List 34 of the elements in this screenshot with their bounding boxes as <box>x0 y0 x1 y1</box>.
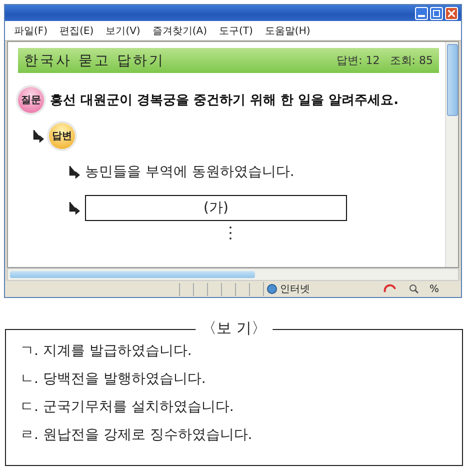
zoom-level[interactable]: % <box>429 284 439 294</box>
menu-item[interactable]: 도움말(H) <box>264 24 310 38</box>
choices-title: 〈보 기〉 <box>196 319 272 338</box>
globe-icon <box>267 284 277 294</box>
menu-item[interactable]: 보기(V) <box>106 24 140 38</box>
close-icon <box>448 10 455 16</box>
answer-count: 답변: 12 <box>336 53 380 68</box>
menu-item[interactable]: 도구(T) <box>219 24 253 38</box>
zone-label: 인터넷 <box>280 283 310 296</box>
board-title: 한국사 묻고 답하기 <box>24 52 166 70</box>
question-badge: 질문 <box>18 87 44 113</box>
choice-item: ㄱ. 지계를 발급하였습니다. <box>20 342 193 361</box>
vertical-ellipsis-icon <box>229 226 232 240</box>
elbow-arrow-icon <box>32 129 46 143</box>
choice-item: ㄷ. 군국기무처를 설치하였습니다. <box>20 398 235 417</box>
vertical-scrollbar[interactable] <box>445 42 458 267</box>
question-text: 흥선 대원군이 경복궁을 중건하기 위해 한 일을 알려주세요. <box>50 92 399 109</box>
zoom-icon[interactable] <box>409 284 420 294</box>
maximize-icon <box>433 10 440 16</box>
minimize-button[interactable] <box>415 6 428 20</box>
elbow-arrow-icon <box>68 201 82 215</box>
choice-item: ㄹ. 원납전을 강제로 징수하였습니다. <box>20 426 254 445</box>
menu-item[interactable]: 파일(F) <box>14 24 48 38</box>
horizontal-scrollbar[interactable] <box>7 268 459 281</box>
maximize-button[interactable] <box>430 6 443 20</box>
elbow-arrow-icon <box>68 165 82 179</box>
close-button[interactable] <box>445 6 458 20</box>
menu-item[interactable]: 편집(E) <box>60 24 94 38</box>
choice-item: ㄴ. 당백전을 발행하였습니다. <box>20 370 207 389</box>
answer-text: 농민들을 부역에 동원하였습니다. <box>85 163 294 181</box>
blank-answer-box: (가) <box>85 195 347 221</box>
menu-item[interactable]: 즐겨찾기(A) <box>152 24 207 38</box>
answer-badge: 답변 <box>49 123 75 149</box>
view-count: 조회: 85 <box>390 53 433 68</box>
